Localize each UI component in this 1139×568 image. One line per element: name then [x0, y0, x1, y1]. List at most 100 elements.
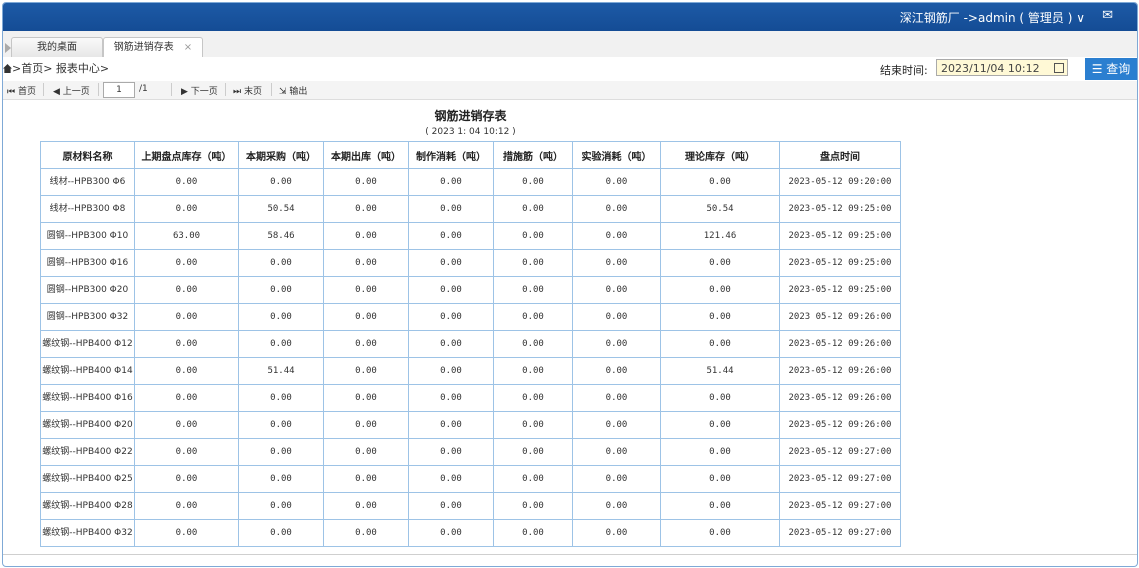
value-cell: 0.00: [408, 303, 494, 331]
user-menu[interactable]: 深江钢筋厂 ->admin ( 管理员 ) ∨: [900, 9, 1085, 26]
tab-desktop[interactable]: 我的桌面: [11, 37, 103, 58]
value-cell: 0.00: [660, 384, 780, 412]
material-name-cell: 圆钢--HPB300 Φ16: [40, 249, 135, 277]
report-subtitle: ( 2023 1: 04 10:12 ): [425, 127, 516, 137]
value-cell: 0.00: [493, 303, 573, 331]
value-cell: 50.54: [238, 195, 324, 223]
value-cell: 0.00: [238, 465, 324, 493]
table-row: 螺纹钢--HPB400 Φ22 0.00 0.00 0.00 0.00 0.00 0.00 0…: [40, 438, 901, 466]
value-cell: 0.00: [572, 357, 661, 385]
end-time-input[interactable]: 2023/11/04 10:12: [936, 59, 1068, 76]
value-cell: 0.00: [408, 330, 494, 358]
report-title: 钢筋进销存表: [434, 109, 507, 123]
export-icon: ⇲: [279, 87, 287, 97]
divider: [98, 83, 99, 96]
value-cell: 0.00: [493, 276, 573, 304]
table-row: 螺纹钢--HPB400 Φ20 0.00 0.00 0.00 0.00 0.00 0.00 0…: [40, 411, 901, 439]
table-row: 螺纹钢--HPB400 Φ32 0.00 0.00 0.00 0.00 0.00 0.00 0…: [40, 519, 901, 547]
table-row: 线材--HPB300 Φ6 0.00 0.00 0.00 0.00 0.00 0.00 0.0…: [40, 168, 901, 196]
divider: [271, 83, 272, 96]
inventory-table: 原材料名称 上期盘点库存（吨） 本期采购（吨） 本期出库（吨） 制作消耗（吨） …: [40, 141, 901, 547]
value-cell: 0.00: [493, 384, 573, 412]
value-cell: 0.00: [323, 519, 409, 547]
value-cell: 0.00: [660, 168, 780, 196]
value-cell: 0.00: [493, 330, 573, 358]
divider: [43, 83, 44, 96]
next-page-button[interactable]: ▶ 下一页: [181, 84, 218, 97]
value-cell: 0.00: [660, 492, 780, 520]
value-cell: 0.00: [493, 411, 573, 439]
value-cell: 0.00: [572, 168, 661, 196]
value-cell: 0.00: [323, 465, 409, 493]
value-cell: 0.00: [660, 411, 780, 439]
value-cell: 0.00: [238, 411, 324, 439]
value-cell: 0.00: [572, 411, 661, 439]
home-icon[interactable]: [3, 64, 12, 73]
value-cell: 0.00: [134, 276, 239, 304]
value-cell: 0.00: [323, 384, 409, 412]
inventory-time-cell: 2023-05-12 09:25:00: [779, 222, 901, 250]
value-cell: 0.00: [572, 465, 661, 493]
value-cell: 0.00: [493, 168, 573, 196]
column-header: 上期盘点库存（吨）: [134, 141, 239, 169]
value-cell: 0.00: [572, 384, 661, 412]
pager-toolbar: ⏮ 首页 ◀ 上一页 1 /1 ▶ 下一页 ⏭ 末页 ⇲ 输出: [3, 81, 1137, 100]
material-name-cell: 螺纹钢--HPB400 Φ16: [40, 384, 135, 412]
calendar-icon[interactable]: [1054, 63, 1064, 73]
export-button[interactable]: ⇲ 输出: [279, 84, 307, 97]
value-cell: 58.46: [238, 222, 324, 250]
end-time-value: 2023/11/04 10:12: [941, 62, 1040, 75]
tab-steel-report[interactable]: 钢筋进销存表 ×: [103, 37, 203, 59]
column-header: 盘点时间: [779, 141, 901, 169]
value-cell: 0.00: [238, 276, 324, 304]
material-name-cell: 线材--HPB300 Φ8: [40, 195, 135, 223]
first-page-label: 首页: [17, 87, 36, 97]
last-page-label: 末页: [243, 87, 262, 97]
table-row: 圆钢--HPB300 Φ20 0.00 0.00 0.00 0.00 0.00 0.00 0.…: [40, 276, 901, 304]
value-cell: 0.00: [408, 249, 494, 277]
inventory-time-cell: 2023-05-12 09:25:00: [779, 195, 901, 223]
value-cell: 0.00: [323, 222, 409, 250]
inventory-time-cell: 2023-05-12 09:27:00: [779, 519, 901, 547]
prev-page-icon: ◀: [53, 87, 60, 97]
page-number-input[interactable]: 1: [103, 82, 135, 98]
value-cell: 0.00: [493, 492, 573, 520]
inventory-time-cell: 2023-05-12 09:26:00: [779, 357, 901, 385]
first-page-button[interactable]: ⏮ 首页: [7, 84, 36, 97]
material-name-cell: 螺纹钢--HPB400 Φ20: [40, 411, 135, 439]
inventory-time-cell: 2023-05-12 09:27:00: [779, 465, 901, 493]
value-cell: 0.00: [134, 168, 239, 196]
value-cell: 0.00: [660, 465, 780, 493]
value-cell: 0.00: [323, 249, 409, 277]
value-cell: 0.00: [134, 519, 239, 547]
value-cell: 0.00: [134, 249, 239, 277]
next-page-label: 下一页: [190, 87, 218, 97]
value-cell: 0.00: [134, 303, 239, 331]
top-bar: 深江钢筋厂 ->admin ( 管理员 ) ∨ ✉: [3, 3, 1137, 31]
query-button[interactable]: ☰ 查询: [1085, 58, 1137, 80]
material-name-cell: 螺纹钢--HPB400 Φ32: [40, 519, 135, 547]
close-icon[interactable]: ×: [184, 42, 192, 53]
value-cell: 0.00: [238, 519, 324, 547]
prev-page-button[interactable]: ◀ 上一页: [53, 84, 90, 97]
query-button-label: 查询: [1106, 62, 1131, 76]
value-cell: 0.00: [572, 222, 661, 250]
breadcrumb: >首页> 报表中心>: [3, 60, 109, 76]
value-cell: 0.00: [238, 330, 324, 358]
table-row: 线材--HPB300 Φ8 0.00 50.54 0.00 0.00 0.00 0.00 50…: [40, 195, 901, 223]
value-cell: 0.00: [408, 384, 494, 412]
mail-icon[interactable]: ✉: [1102, 8, 1113, 23]
material-name-cell: 螺纹钢--HPB400 Φ22: [40, 438, 135, 466]
material-name-cell: 圆钢--HPB300 Φ10: [40, 222, 135, 250]
last-page-button[interactable]: ⏭ 末页: [233, 84, 262, 97]
column-header: 措施筋（吨）: [493, 141, 573, 169]
table-row: 螺纹钢--HPB400 Φ14 0.00 51.44 0.00 0.00 0.00 0.00…: [40, 357, 901, 385]
value-cell: 0.00: [323, 357, 409, 385]
value-cell: 63.00: [134, 222, 239, 250]
value-cell: 0.00: [660, 303, 780, 331]
value-cell: 0.00: [238, 384, 324, 412]
breadcrumb-text[interactable]: >首页> 报表中心>: [12, 62, 109, 75]
value-cell: 0.00: [572, 195, 661, 223]
filter-bar: >首页> 报表中心> 结束时间: 2023/11/04 10:12 ☰ 查询: [3, 57, 1137, 82]
value-cell: 0.00: [134, 465, 239, 493]
